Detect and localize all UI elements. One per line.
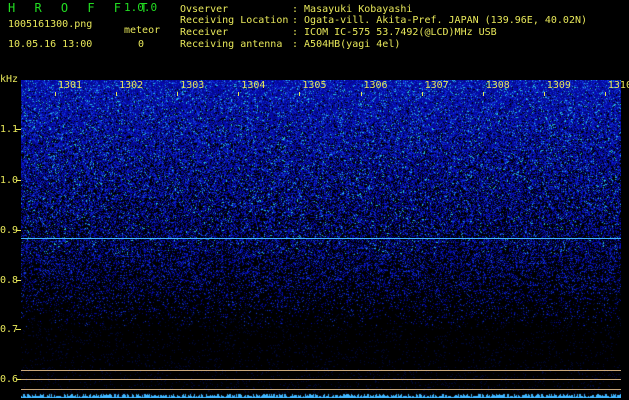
minute-tick: [299, 92, 301, 96]
minute-tick: [604, 92, 606, 96]
location-label: Receiving Location: [180, 15, 289, 26]
minute-label: 1301: [58, 80, 83, 91]
minute-tick: [238, 92, 240, 96]
app-version: 1.0.0: [124, 1, 158, 14]
minute-label: 1306: [363, 80, 388, 91]
minute-tick: [55, 92, 56, 96]
location-value: : Ogata-vill. Akita-Pref. JAPAN (139.96E…: [292, 15, 588, 26]
minute-tick: [543, 92, 545, 96]
minute-tick: [116, 92, 118, 96]
minute-tick: [421, 92, 423, 96]
reference-line-lower: [21, 379, 621, 380]
minute-label: 1305: [302, 80, 327, 91]
antenna-label: Receiving antenna: [180, 39, 283, 50]
axis-unit-label: kHz: [0, 74, 19, 85]
minute-tick: [177, 92, 179, 96]
minute-tick: [360, 92, 362, 96]
minute-label: 1308: [485, 80, 510, 91]
minute-label: 1303: [180, 80, 205, 91]
observer-value: : Masayuki Kobayashi: [292, 4, 413, 15]
minute-label: 1309: [546, 80, 571, 91]
minute-label: 1304: [241, 80, 266, 91]
signal-line: [21, 238, 621, 239]
minute-label: 1307: [424, 80, 449, 91]
meteor-label: meteor: [124, 25, 161, 36]
file-datetime: 10.05.16 13:00: [8, 39, 93, 50]
minute-tick: [482, 92, 484, 96]
observer-label: Ovserver: [180, 4, 229, 15]
receiver-label: Receiver: [180, 27, 229, 38]
file-name: 1005161300.png: [8, 19, 93, 30]
minute-label: 1310: [607, 80, 629, 91]
spectrogram-plot: [21, 80, 621, 398]
header-panel: H R O F F T 1.0.0 1005161300.png 10.05.1…: [0, 0, 629, 70]
receiver-value: : ICOM IC-575 53.7492(@LCD)MHz USB: [292, 27, 497, 38]
meteor-count: 0: [138, 39, 145, 50]
antenna-value: : A504HB(yagi 4el): [292, 39, 401, 50]
reference-line-upper: [21, 370, 621, 371]
minute-label: 1302: [119, 80, 144, 91]
reference-line-bottom: [21, 389, 621, 390]
frequency-axis: kHz 1.1 1.0 0.9 0.8 0.7 0.6: [0, 70, 21, 400]
